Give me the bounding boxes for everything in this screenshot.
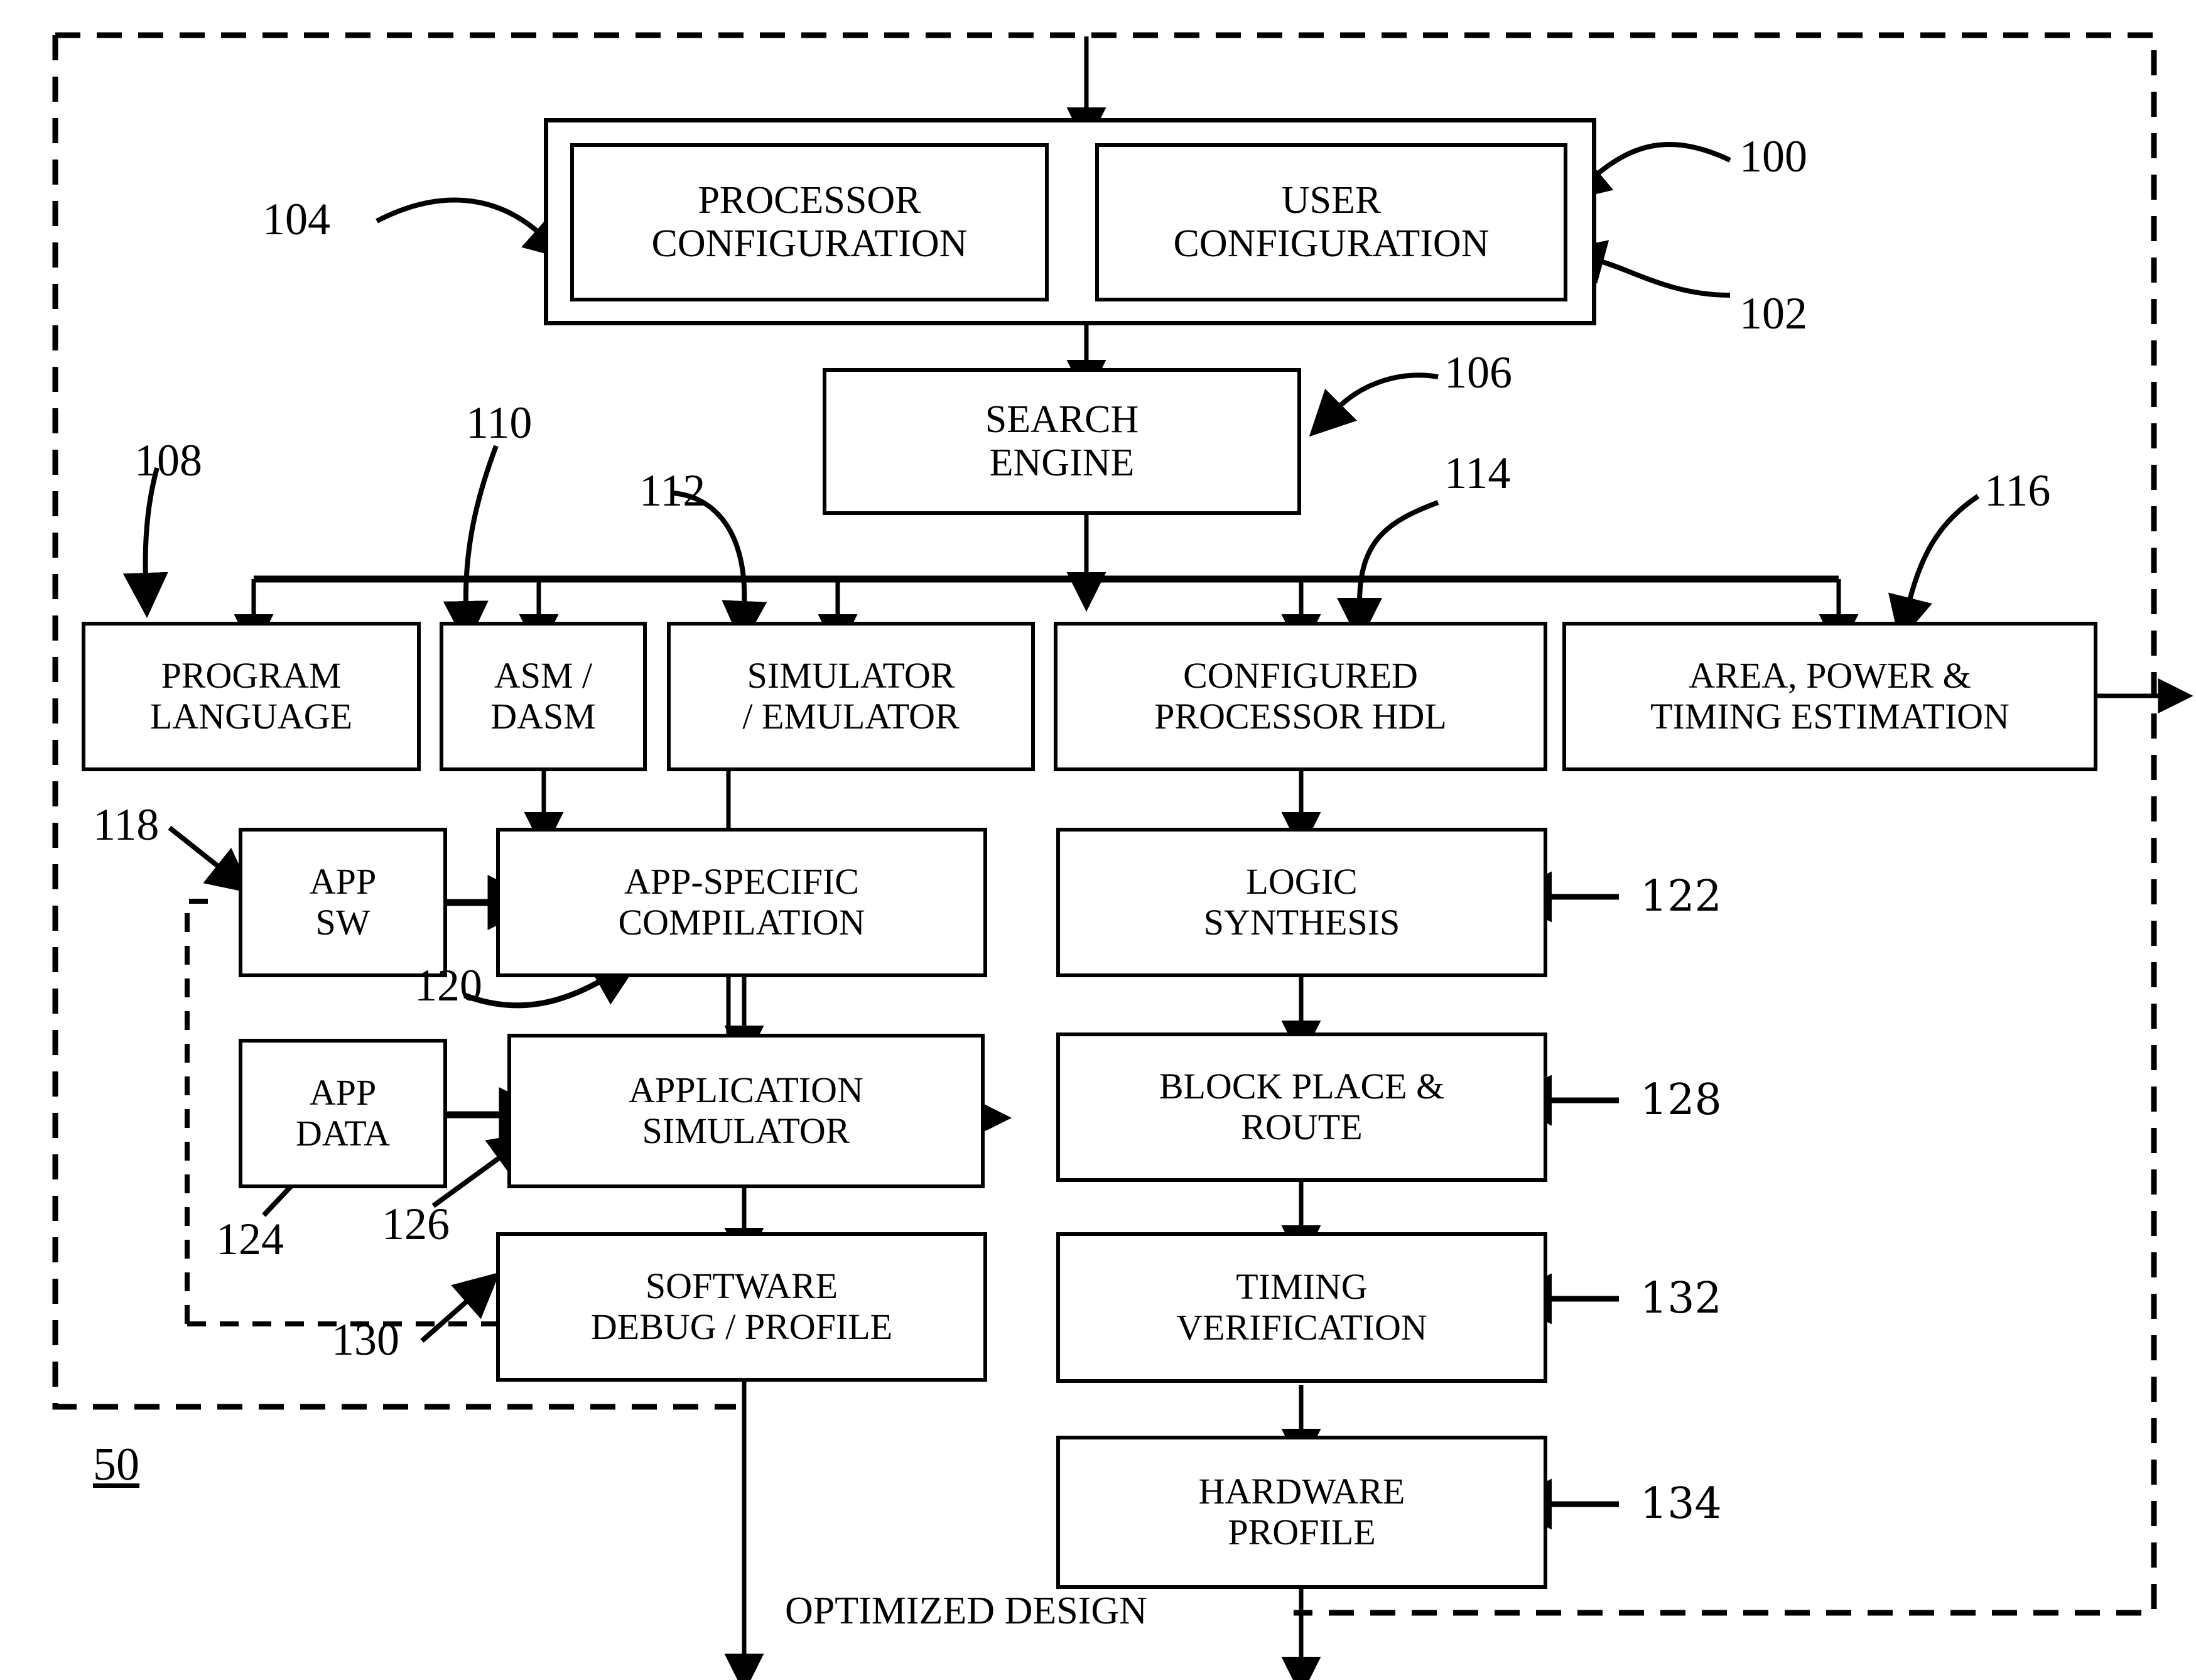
lead-102 <box>1559 240 1731 298</box>
simulator-emulator-line1: SIMULATOR <box>747 655 955 696</box>
user-configuration-line1: USER <box>1281 178 1382 222</box>
logic-synthesis-line1: LOGIC <box>1246 861 1358 902</box>
app-specific-compilation-line1: APP-SPECIFIC <box>624 861 859 902</box>
bus-drops <box>234 579 1859 654</box>
application-simulator-line2: SIMULATOR <box>642 1110 850 1151</box>
program-language-line2: LANGUAGE <box>149 696 353 737</box>
app-sw-line1: APP <box>309 861 377 902</box>
timing-verification-box[interactable]: TIMING VERIFICATION <box>1056 1232 1547 1383</box>
simulator-emulator-box[interactable]: SIMULATOR / EMULATOR <box>667 622 1035 771</box>
app-specific-compilation-line2: COMPILATION <box>618 902 865 943</box>
lead-100 <box>1564 141 1731 202</box>
lead-120 <box>463 957 642 1009</box>
area-power-timing-line1: AREA, POWER & <box>1689 655 1971 696</box>
lead-104 <box>376 197 570 261</box>
optimized-design-label: OPTIMIZED DESIGN <box>785 1590 1147 1632</box>
software-debug-profile-line1: SOFTWARE <box>645 1265 838 1307</box>
app-specific-compilation-box[interactable]: APP-SPECIFIC COMPILATION <box>496 828 987 977</box>
patent-figure: PROCESSOR CONFIGURATION USER CONFIGURATI… <box>0 0 2196 1680</box>
app-data-line1: APP <box>309 1072 377 1114</box>
search-engine-line2: ENGINE <box>989 442 1135 484</box>
processor-configuration-line2: CONFIGURATION <box>651 222 968 265</box>
search-engine-line1: SEARCH <box>985 398 1139 441</box>
logic-synthesis-box[interactable]: LOGIC SYNTHESIS <box>1056 828 1547 977</box>
search-engine-box[interactable]: SEARCH ENGINE <box>823 368 1301 515</box>
lead-110 <box>443 445 499 646</box>
block-place-route-line2: ROUTE <box>1241 1107 1363 1147</box>
app-data-box[interactable]: APP DATA <box>239 1039 447 1188</box>
lead-106 <box>1309 372 1439 437</box>
ref-134: 134 <box>1640 1479 1722 1529</box>
lead-118 <box>168 825 253 894</box>
ref-108: 108 <box>134 435 202 485</box>
ref-106: 106 <box>1444 347 1512 398</box>
ref-118: 118 <box>93 799 160 850</box>
system-label-50: 50 <box>93 1439 139 1490</box>
processor-configuration-box[interactable]: PROCESSOR CONFIGURATION <box>570 143 1049 301</box>
lead-116 <box>1888 494 1980 642</box>
ref-114: 114 <box>1444 448 1511 498</box>
software-debug-profile-line2: DEBUG / PROFILE <box>590 1306 893 1347</box>
user-configuration-line2: CONFIGURATION <box>1173 222 1490 265</box>
ref-128: 128 <box>1640 1075 1722 1125</box>
application-simulator-box[interactable]: APPLICATION SIMULATOR <box>507 1034 985 1188</box>
program-language-box[interactable]: PROGRAM LANGUAGE <box>82 622 421 771</box>
app-sw-box[interactable]: APP SW <box>239 828 447 977</box>
app-data-line2: DATA <box>295 1113 390 1154</box>
program-language-line1: PROGRAM <box>161 655 342 696</box>
ref-124: 124 <box>216 1214 284 1264</box>
hardware-profile-line1: HARDWARE <box>1198 1471 1405 1512</box>
lead-130 <box>420 1272 500 1343</box>
ref-120: 120 <box>414 960 482 1011</box>
hardware-profile-box[interactable]: HARDWARE PROFILE <box>1056 1436 1547 1589</box>
area-power-timing-line2: TIMING ESTIMATION <box>1650 696 2009 737</box>
block-place-route-box[interactable]: BLOCK PLACE & ROUTE <box>1056 1032 1547 1182</box>
user-configuration-box[interactable]: USER CONFIGURATION <box>1095 143 1567 301</box>
ref-100: 100 <box>1739 131 1807 182</box>
ref-126: 126 <box>382 1199 450 1249</box>
asm-dasm-box[interactable]: ASM / DASM <box>440 622 647 771</box>
lead-114 <box>1337 500 1439 643</box>
configured-processor-hdl-box[interactable]: CONFIGURED PROCESSOR HDL <box>1054 622 1547 771</box>
configured-processor-hdl-line2: PROCESSOR HDL <box>1154 696 1447 737</box>
simulator-emulator-line2: / EMULATOR <box>742 696 960 737</box>
logic-synthesis-line2: SYNTHESIS <box>1203 902 1400 943</box>
ref-116: 116 <box>1984 465 2051 516</box>
configured-processor-hdl-line1: CONFIGURED <box>1183 655 1418 696</box>
ref-122: 122 <box>1640 872 1722 921</box>
asm-dasm-line1: ASM / <box>494 655 593 696</box>
timing-verification-line2: VERIFICATION <box>1176 1307 1427 1348</box>
hardware-profile-line2: PROFILE <box>1228 1512 1376 1553</box>
timing-verification-line1: TIMING <box>1236 1266 1368 1308</box>
software-debug-profile-box[interactable]: SOFTWARE DEBUG / PROFILE <box>496 1232 987 1382</box>
app-sw-line2: SW <box>315 902 371 943</box>
ref-102: 102 <box>1739 288 1807 339</box>
ref-130: 130 <box>332 1314 399 1365</box>
processor-configuration-line1: PROCESSOR <box>698 178 921 222</box>
block-place-route-line1: BLOCK PLACE & <box>1159 1066 1445 1107</box>
ref-112: 112 <box>639 465 706 516</box>
ref-132: 132 <box>1640 1274 1722 1323</box>
ref-110: 110 <box>466 398 533 448</box>
ref-104: 104 <box>262 194 330 244</box>
application-simulator-line1: APPLICATION <box>629 1070 863 1111</box>
area-power-timing-estimation-box[interactable]: AREA, POWER & TIMING ESTIMATION <box>1562 622 2097 771</box>
asm-dasm-line2: DASM <box>490 696 596 737</box>
